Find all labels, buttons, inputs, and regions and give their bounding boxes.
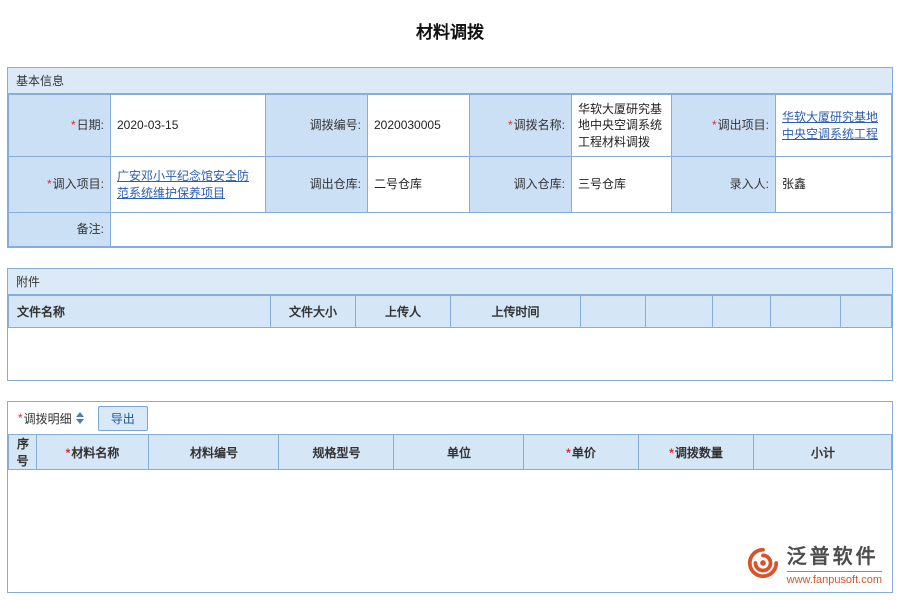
required-mark: *	[508, 118, 513, 132]
col-empty-2	[646, 296, 713, 328]
details-header-row: 序号 *材料名称 材料编号 规格型号 单位 *单价 *调拨数量 小计	[9, 435, 892, 470]
fanpu-logo-icon	[746, 546, 780, 580]
export-button[interactable]: 导出	[98, 406, 148, 431]
transfer-no-label: 调拨编号:	[266, 95, 368, 157]
remark-label: 备注:	[9, 213, 111, 247]
basic-info-panel: 基本信息 *日期: 2020-03-15 调拨编号: 2020030005 *调…	[7, 67, 893, 248]
col-file-size: 文件大小	[271, 296, 356, 328]
date-label: *日期:	[9, 95, 111, 157]
details-toolbar: * 调拨明细 导出	[8, 402, 892, 434]
col-subtotal: 小计	[754, 435, 892, 470]
col-material-name: *材料名称	[37, 435, 149, 470]
details-section-title: 调拨明细	[24, 410, 72, 427]
in-project-label: *调入项目:	[9, 157, 111, 213]
transfer-name-value: 华软大厦研究基地中央空调系统工程材料调拨	[572, 95, 672, 157]
col-unit-price: *单价	[524, 435, 639, 470]
attachments-header-row: 文件名称 文件大小 上传人 上传时间	[9, 296, 892, 328]
required-mark: *	[712, 118, 717, 132]
details-panel: * 调拨明细 导出 序号 *材料名称 材料编号 规格型号 单位 *单价 *调拨数…	[7, 401, 893, 593]
col-material-code: 材料编号	[149, 435, 279, 470]
required-mark: *	[71, 118, 76, 132]
basic-info-table: *日期: 2020-03-15 调拨编号: 2020030005 *调拨名称: …	[8, 94, 892, 247]
attachments-panel: 附件 文件名称 文件大小 上传人 上传时间	[7, 268, 893, 381]
attachments-table: 文件名称 文件大小 上传人 上传时间	[8, 295, 892, 328]
col-uploader: 上传人	[356, 296, 451, 328]
date-value: 2020-03-15	[111, 95, 266, 157]
fanpu-logo: 泛普软件 www.fanpusoft.com	[746, 540, 882, 586]
out-project-link[interactable]: 华软大厦研究基地中央空调系统工程	[782, 110, 878, 140]
in-project-value: 广安邓小平纪念馆安全防范系统维护保养项目	[111, 157, 266, 213]
in-warehouse-value: 三号仓库	[572, 157, 672, 213]
page-title: 材料调拨	[7, 18, 893, 43]
col-spec-model: 规格型号	[279, 435, 394, 470]
remark-value	[111, 213, 892, 247]
col-file-name: 文件名称	[9, 296, 271, 328]
required-mark: *	[47, 177, 52, 191]
fanpu-logo-text: 泛普软件 www.fanpusoft.com	[787, 540, 882, 586]
required-mark: *	[18, 411, 23, 425]
transfer-no-value: 2020030005	[368, 95, 470, 157]
col-empty-1	[581, 296, 646, 328]
attachments-section-title: 附件	[8, 269, 892, 295]
details-table: 序号 *材料名称 材料编号 规格型号 单位 *单价 *调拨数量 小计	[8, 434, 892, 470]
col-empty-4	[771, 296, 841, 328]
attachments-empty-area	[8, 328, 892, 380]
in-warehouse-label: 调入仓库:	[470, 157, 572, 213]
out-warehouse-value: 二号仓库	[368, 157, 470, 213]
out-project-value: 华软大厦研究基地中央空调系统工程	[776, 95, 892, 157]
col-empty-3	[713, 296, 771, 328]
col-upload-time: 上传时间	[451, 296, 581, 328]
details-empty-area: 泛普软件 www.fanpusoft.com	[8, 470, 892, 592]
in-project-link[interactable]: 广安邓小平纪念馆安全防范系统维护保养项目	[117, 169, 249, 199]
brand-name: 泛普软件	[787, 540, 882, 572]
recorder-label: 录入人:	[672, 157, 776, 213]
out-warehouse-label: 调出仓库:	[266, 157, 368, 213]
sort-icon[interactable]	[76, 412, 84, 424]
col-transfer-qty: *调拨数量	[639, 435, 754, 470]
col-empty-5	[841, 296, 892, 328]
col-unit: 单位	[394, 435, 524, 470]
col-seq: 序号	[9, 435, 37, 470]
brand-website: www.fanpusoft.com	[787, 574, 882, 586]
recorder-value: 张鑫	[776, 157, 892, 213]
transfer-name-label: *调拨名称:	[470, 95, 572, 157]
basic-info-section-title: 基本信息	[8, 68, 892, 94]
out-project-label: *调出项目:	[672, 95, 776, 157]
